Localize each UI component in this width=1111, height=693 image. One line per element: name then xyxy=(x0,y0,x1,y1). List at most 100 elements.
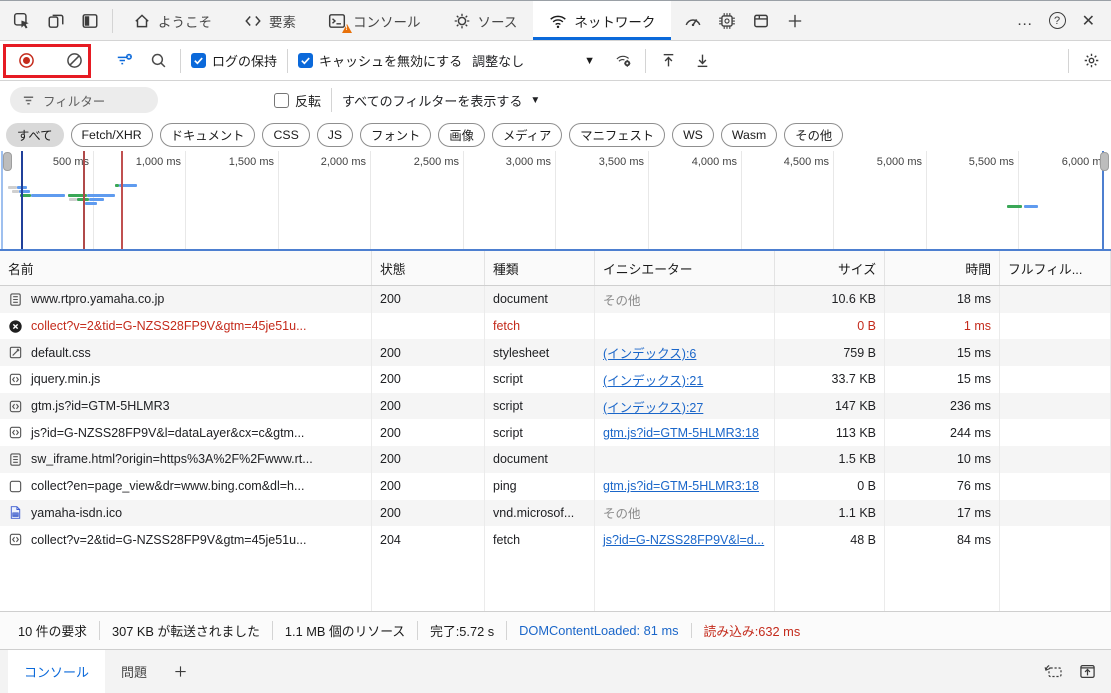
tab-console[interactable]: コンソール xyxy=(312,1,437,40)
filter-toggle-icon[interactable] xyxy=(112,49,136,73)
column-header[interactable]: イニシエーター xyxy=(595,251,775,285)
checkbox-checked[interactable] xyxy=(298,53,313,68)
add-drawer-tab-button[interactable] xyxy=(163,650,198,693)
har-import-icon[interactable] xyxy=(656,49,680,73)
filter-chip-ws[interactable]: WS xyxy=(672,123,714,147)
request-name: collect?v=2&tid=G-NZSS28FP9V&gtm=45je51u… xyxy=(31,533,307,547)
brush-left-handle[interactable] xyxy=(3,152,12,171)
request-row[interactable]: yamaha-isdn.ico 200 vnd.microsof... その他 … xyxy=(0,500,1111,527)
initiator-link[interactable]: js?id=G-NZSS28FP9V&l=d... xyxy=(603,533,764,547)
tab-network[interactable]: ネットワーク xyxy=(533,1,671,40)
column-header[interactable]: 名前 xyxy=(0,251,372,285)
top-left-tools xyxy=(0,1,112,40)
request-row[interactable]: js?id=G-NZSS28FP9V&l=dataLayer&cx=c&gtm.… xyxy=(0,419,1111,446)
timeline-tick-label: 1,000 ms xyxy=(95,156,181,168)
filter-chip--[interactable]: 画像 xyxy=(438,123,485,147)
request-initiator: (インデックス):27 xyxy=(595,393,775,420)
filter-chip--[interactable]: その他 xyxy=(784,123,843,147)
close-icon[interactable]: ✕ xyxy=(1076,9,1101,33)
filter-chip--[interactable]: フォント xyxy=(360,123,431,147)
initiator-link[interactable]: (インデックス):27 xyxy=(603,397,703,416)
rotate-activity-icon[interactable] xyxy=(1043,661,1063,681)
settings-gear-icon[interactable] xyxy=(1079,49,1103,73)
request-row[interactable]: jquery.min.js 200 script (インデックス):21 33.… xyxy=(0,366,1111,393)
initiator-link[interactable]: (インデックス):21 xyxy=(603,370,703,389)
request-status: 200 xyxy=(372,446,485,473)
application-icon[interactable] xyxy=(751,11,771,31)
performance-icon[interactable] xyxy=(683,11,703,31)
device-emulation-icon[interactable] xyxy=(46,11,66,31)
request-size: 1.5 KB xyxy=(775,446,885,473)
invert-checkbox[interactable]: 反転 xyxy=(274,91,321,110)
request-row[interactable]: collect?v=2&tid=G-NZSS28FP9V&gtm=45je51u… xyxy=(0,526,1111,553)
filter-chip--[interactable]: すべて xyxy=(6,123,64,147)
drawer-tab-console[interactable]: コンソール xyxy=(8,650,105,693)
tab-label: コンソール xyxy=(353,11,421,31)
drawer-tab-issues[interactable]: 問題 xyxy=(105,650,163,693)
timeline-event-line xyxy=(83,151,85,249)
checkbox-checked[interactable] xyxy=(191,53,206,68)
request-row[interactable]: collect?v=2&tid=G-NZSS28FP9V&gtm=45je51u… xyxy=(0,313,1111,340)
filter-chip-fetch-xhr[interactable]: Fetch/XHR xyxy=(71,123,153,147)
summary-item: DOMContentLoaded: 81 ms xyxy=(507,623,691,638)
tab-label: ようこそ xyxy=(158,11,212,31)
inspect-icon[interactable] xyxy=(12,11,32,31)
clear-button[interactable] xyxy=(62,49,86,73)
request-status: 200 xyxy=(372,419,485,446)
tab-elements[interactable]: 要素 xyxy=(228,1,312,40)
record-button[interactable] xyxy=(14,49,38,73)
search-icon[interactable] xyxy=(146,49,170,73)
filter-chip-js[interactable]: JS xyxy=(317,123,353,147)
devtools-window: ようこそ 要素 コンソール ソース ネットワーク … ? ✕ xyxy=(0,0,1111,692)
help-icon[interactable]: ? xyxy=(1049,12,1066,29)
column-header[interactable]: サイズ xyxy=(775,251,885,285)
column-header[interactable]: 状態 xyxy=(372,251,485,285)
timeline-tick-label: 4,500 ms xyxy=(743,156,829,168)
network-conditions-icon[interactable] xyxy=(611,49,635,73)
filter-chip--[interactable]: ドキュメント xyxy=(160,123,256,147)
request-time: 1 ms xyxy=(885,313,1000,340)
more-tools-icon[interactable] xyxy=(785,11,805,31)
filter-chip--[interactable]: メディア xyxy=(492,123,562,147)
request-row[interactable]: www.rtpro.yamaha.co.jp 200 document その他 … xyxy=(0,286,1111,313)
show-all-filters-dropdown[interactable]: すべてのフィルターを表示する ▼ xyxy=(342,91,540,110)
request-row[interactable]: sw_iframe.html?origin=https%3A%2F%2Fwww.… xyxy=(0,446,1111,473)
request-row[interactable]: gtm.js?id=GTM-5HLMR3 200 script (インデックス)… xyxy=(0,393,1111,420)
network-toolbar: ログの保持 キャッシュを無効にする 調整なし ▼ xyxy=(0,41,1111,81)
initiator-link[interactable]: gtm.js?id=GTM-5HLMR3:18 xyxy=(603,479,759,493)
requests-table: 名前状態種類イニシエーターサイズ時間フルフィル... www.rtpro.yam… xyxy=(0,251,1111,611)
request-size: 147 KB xyxy=(775,393,885,420)
network-overview-timeline[interactable]: 500 ms 1,000 ms 1,500 ms 2,000 ms 2,500 … xyxy=(0,151,1111,251)
initiator-link[interactable]: gtm.js?id=GTM-5HLMR3:18 xyxy=(603,426,759,440)
initiator-link[interactable]: (インデックス):6 xyxy=(603,343,696,362)
preserve-log-checkbox[interactable]: ログの保持 xyxy=(191,51,277,70)
tab-welcome[interactable]: ようこそ xyxy=(117,1,228,40)
expand-panel-icon[interactable] xyxy=(1077,661,1097,681)
filter-input[interactable]: フィルター xyxy=(10,87,158,113)
dock-side-icon[interactable] xyxy=(80,11,100,31)
throttling-dropdown[interactable]: 調整なし ▼ xyxy=(472,51,595,70)
disable-cache-checkbox[interactable]: キャッシュを無効にする xyxy=(298,51,462,70)
checkbox-unchecked[interactable] xyxy=(274,93,289,108)
request-initiator: gtm.js?id=GTM-5HLMR3:18 xyxy=(595,419,775,446)
tab-sources[interactable]: ソース xyxy=(437,1,534,40)
har-export-icon[interactable] xyxy=(690,49,714,73)
filter-chip-css[interactable]: CSS xyxy=(262,123,309,147)
column-header[interactable]: 時間 xyxy=(885,251,1000,285)
column-header[interactable]: フルフィル... xyxy=(1000,251,1111,285)
tab-label: ネットワーク xyxy=(574,11,655,31)
waterfall-bar xyxy=(69,198,77,201)
request-row[interactable]: collect?en=page_view&dr=www.bing.com&dl=… xyxy=(0,473,1111,500)
column-header[interactable]: 種類 xyxy=(485,251,595,285)
request-row[interactable]: default.css 200 stylesheet (インデックス):6 75… xyxy=(0,339,1111,366)
filter-chip--[interactable]: マニフェスト xyxy=(569,123,665,147)
request-fulfilled xyxy=(1000,366,1111,393)
timeline-event-line xyxy=(21,151,23,249)
timeline-gridline xyxy=(278,151,279,249)
more-options-icon[interactable]: … xyxy=(1011,10,1039,32)
request-initiator: (インデックス):21 xyxy=(595,366,775,393)
brush-right-handle[interactable] xyxy=(1100,152,1109,171)
request-time: 15 ms xyxy=(885,339,1000,366)
filter-chip-wasm[interactable]: Wasm xyxy=(721,123,777,147)
memory-icon[interactable] xyxy=(717,11,737,31)
